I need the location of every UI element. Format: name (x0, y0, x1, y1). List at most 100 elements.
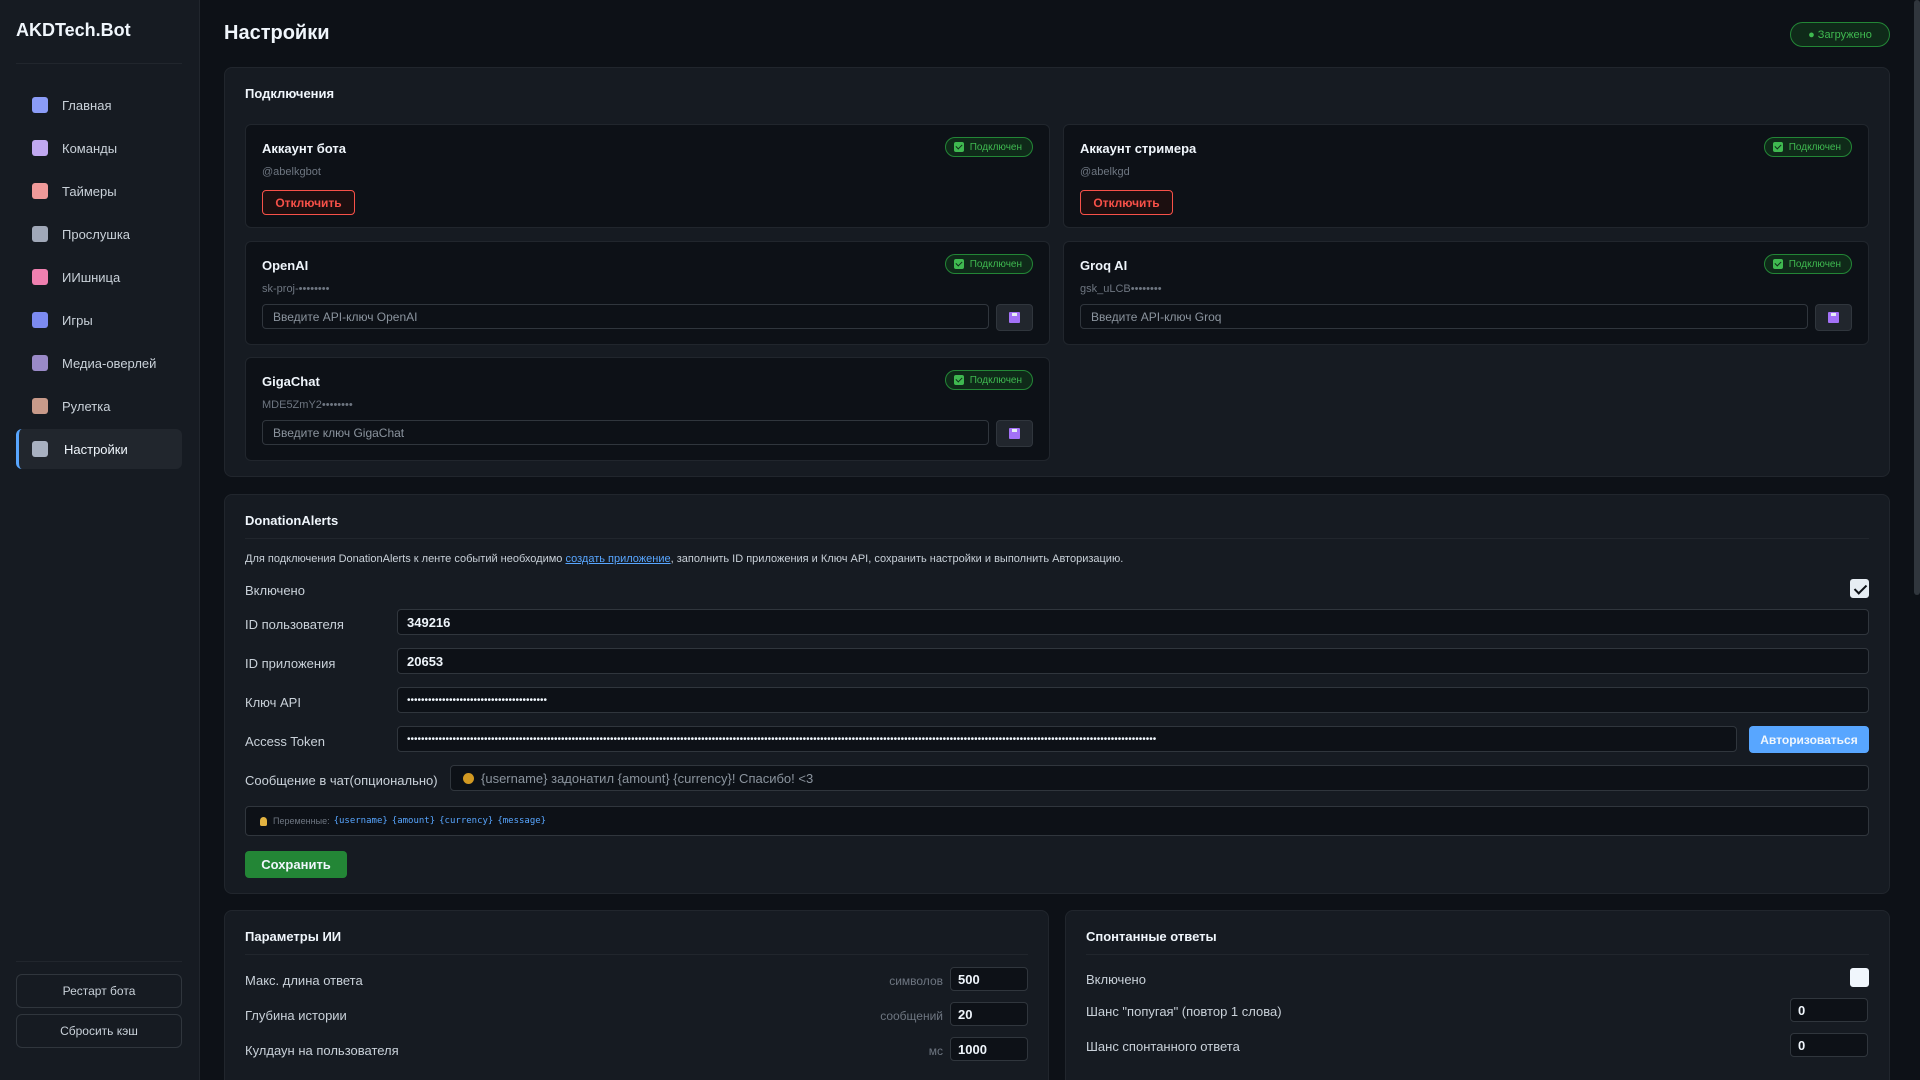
chat-message-label: Сообщение в чат(опционально) (245, 773, 438, 788)
sidebar-item-7[interactable]: Рулетка (16, 386, 182, 426)
groq-connected-badge: Подключен (1763, 254, 1852, 274)
user-id-input[interactable] (397, 609, 1869, 635)
openai-key-input[interactable] (262, 304, 989, 329)
page-title: Настройки (224, 22, 330, 44)
status-badge: ● Загружено (1790, 22, 1890, 47)
donationalerts-enabled-checkbox[interactable] (1850, 579, 1869, 598)
robot-icon (32, 140, 48, 156)
groq-key-input[interactable] (1080, 304, 1808, 329)
openai-save-button[interactable] (996, 304, 1033, 331)
badge-label: Подключен (1788, 258, 1841, 270)
groq-masked-key: gsk_uLCB•••••••• (1080, 283, 1162, 295)
sidebar-item-5[interactable]: Игры (16, 300, 182, 340)
spontaneous-chance-input[interactable] (1790, 1033, 1868, 1057)
spontaneous-chance-label: Шанс спонтанного ответа (1086, 1039, 1240, 1054)
sidebar-item-label: Игры (62, 312, 93, 328)
ai-params-panel: Параметры ИИ Макс. длина ответа символов… (224, 910, 1049, 1080)
badge-label: Подключен (1788, 141, 1841, 153)
user-cooldown-input[interactable] (950, 1037, 1028, 1061)
max-length-input[interactable] (950, 967, 1028, 991)
user-id-label: ID пользователя (245, 617, 344, 632)
spontaneous-panel: Спонтанные ответы Включено Шанс "попугая… (1065, 910, 1890, 1080)
wheel-icon (32, 398, 48, 414)
openai-connected-badge: Подключен (944, 254, 1033, 274)
streamer-account-card: Аккаунт стримера Подключен @abelkgd Откл… (1063, 124, 1869, 228)
floppy-disk-icon (1009, 428, 1020, 439)
check-icon (953, 259, 964, 269)
connections-panel: Подключения Аккаунт бота Подключен @abel… (224, 67, 1890, 477)
sidebar-item-label: Медиа-оверлей (62, 355, 157, 371)
api-key-label: Ключ API (245, 695, 301, 710)
sidebar-divider (16, 961, 182, 962)
sidebar-item-0[interactable]: Главная (16, 85, 182, 125)
gigachat-title: GigaChat (262, 374, 320, 389)
clear-cache-button[interactable]: Сбросить кэш (16, 1014, 182, 1048)
bot-connected-badge: Подключен (944, 137, 1033, 157)
floppy-disk-icon (1009, 312, 1020, 323)
spontaneous-enabled-label: Включено (1086, 972, 1146, 987)
money-bag-icon (463, 772, 474, 784)
app-id-label: ID приложения (245, 656, 336, 671)
bot-account-handle: @abelkgbot (262, 166, 321, 178)
spontaneous-enabled-checkbox[interactable] (1850, 968, 1869, 987)
create-app-link[interactable]: создать приложение (565, 553, 670, 565)
bot-disconnect-button[interactable]: Отключить (262, 190, 355, 215)
history-depth-input[interactable] (950, 1002, 1028, 1026)
save-button[interactable]: Сохранить (245, 851, 347, 878)
brain-icon (32, 269, 48, 285)
parrot-chance-input[interactable] (1790, 998, 1868, 1022)
sidebar-item-2[interactable]: Таймеры (16, 171, 182, 211)
authorize-button[interactable]: Авторизоваться (1749, 726, 1869, 753)
badge-label: Подключен (969, 258, 1022, 270)
alarm-clock-icon (32, 183, 48, 199)
donationalerts-panel: DonationAlerts Для подключения DonationA… (224, 494, 1890, 894)
floppy-disk-icon (1828, 312, 1839, 323)
streamer-account-title: Аккаунт стримера (1080, 141, 1197, 156)
sidebar-item-6[interactable]: Медиа-оверлей (16, 343, 182, 383)
variable-currency: {currency} (439, 816, 494, 826)
gigachat-save-button[interactable] (996, 420, 1033, 447)
max-length-label: Макс. длина ответа (245, 973, 363, 988)
api-key-input[interactable] (397, 687, 1869, 713)
check-icon (1772, 142, 1783, 152)
app-id-input[interactable] (397, 648, 1869, 674)
bot-account-card: Аккаунт бота Подключен @abelkgbot Отключ… (245, 124, 1050, 228)
chat-message-input[interactable]: {username} задонатил {amount} {currency}… (450, 765, 1869, 791)
streamer-disconnect-button[interactable]: Отключить (1080, 190, 1173, 215)
openai-masked-key: sk-proj-•••••••• (262, 283, 330, 295)
restart-bot-button[interactable]: Рестарт бота (16, 974, 182, 1008)
user-cooldown-label: Кулдаун на пользователя (245, 1043, 399, 1058)
openai-card: OpenAI Подключен sk-proj-•••••••• (245, 241, 1050, 345)
sidebar-item-1[interactable]: Команды (16, 128, 182, 168)
clapperboard-icon (32, 355, 48, 371)
scrollbar[interactable] (1914, 0, 1920, 595)
user-cooldown-unit: мс (928, 1044, 943, 1058)
panel-divider (245, 954, 1028, 955)
connections-title: Подключения (245, 86, 335, 101)
groq-save-button[interactable] (1815, 304, 1852, 331)
variable-username: {username} (333, 816, 388, 826)
panel-divider (1086, 954, 1869, 955)
sidebar-item-3[interactable]: Прослушка (16, 214, 182, 254)
history-depth-unit: сообщений (880, 1009, 943, 1023)
sidebar-item-label: Команды (62, 140, 118, 156)
gamepad-icon (32, 312, 48, 328)
access-token-label: Access Token (245, 734, 325, 749)
gear-icon (32, 441, 48, 457)
panel-divider (245, 538, 1869, 539)
access-token-input[interactable] (397, 726, 1737, 752)
check-icon (953, 142, 964, 152)
sidebar-item-8[interactable]: Настройки (16, 429, 182, 469)
gigachat-key-input[interactable] (262, 420, 989, 445)
chart-icon (32, 97, 48, 113)
description-text: Для подключения DonationAlerts к ленте с… (245, 553, 566, 565)
history-depth-label: Глубина истории (245, 1008, 347, 1023)
check-icon (953, 375, 964, 385)
lightbulb-icon (260, 816, 267, 826)
sidebar-item-label: Настройки (64, 441, 128, 457)
variable-message: {message} (497, 816, 547, 826)
sidebar-item-label: Таймеры (62, 183, 117, 199)
sidebar-item-4[interactable]: ИИшница (16, 257, 182, 297)
parrot-chance-label: Шанс "попугая" (повтор 1 слова) (1086, 1004, 1282, 1019)
badge-label: Подключен (969, 374, 1022, 386)
